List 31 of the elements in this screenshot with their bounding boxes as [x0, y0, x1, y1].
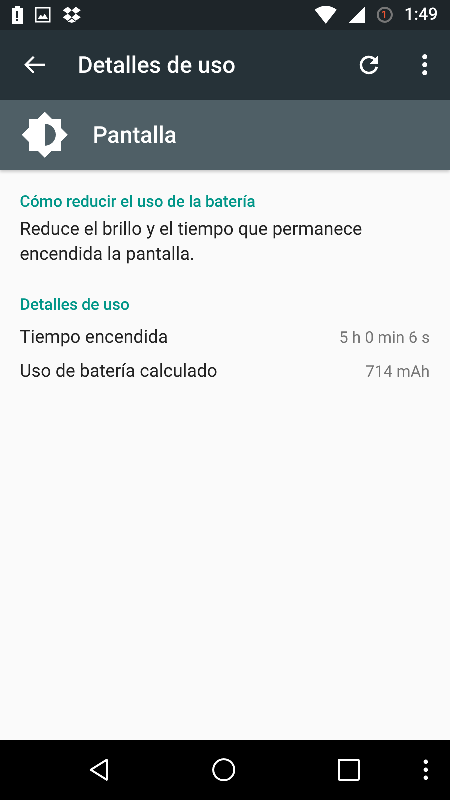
clock-time: 1:49: [404, 5, 438, 25]
square-recents-icon: [338, 759, 360, 781]
brightness-icon: [21, 111, 69, 159]
refresh-button[interactable]: [358, 54, 380, 76]
arrow-left-icon: [24, 55, 46, 75]
wifi-icon: [314, 6, 337, 24]
header-title: Pantalla: [93, 122, 177, 148]
battery-alert-icon: [12, 6, 23, 24]
box-icon: [63, 7, 81, 23]
refresh-icon: [358, 54, 380, 76]
detail-label: Uso de batería calculado: [20, 360, 218, 382]
notification-badge: 1: [376, 7, 393, 23]
more-options-button[interactable]: [422, 54, 428, 76]
circle-home-icon: [212, 758, 236, 782]
menu-button[interactable]: [423, 759, 429, 781]
back-button[interactable]: [24, 55, 46, 75]
detail-label: Tiempo encendida: [20, 326, 168, 348]
back-nav-button[interactable]: [89, 758, 109, 782]
detail-value: 5 h 0 min 6 s: [339, 328, 430, 346]
tip-text: Reduce el brillo y el tiempo que permanece encendida la pantalla.: [20, 218, 364, 267]
image-icon: [35, 7, 51, 23]
more-vert-icon: [423, 759, 429, 781]
section-heading: Cómo reducir el uso de la batería: [20, 192, 257, 211]
toolbar-title: Detalles de uso: [78, 52, 237, 78]
recents-button[interactable]: [338, 759, 360, 781]
home-button[interactable]: [212, 758, 236, 782]
more-vert-icon: [422, 54, 428, 76]
section-heading: Detalles de uso: [20, 295, 131, 314]
signal-icon: [348, 7, 365, 23]
detail-value: 714 mAh: [366, 362, 430, 380]
triangle-back-icon: [89, 758, 109, 782]
